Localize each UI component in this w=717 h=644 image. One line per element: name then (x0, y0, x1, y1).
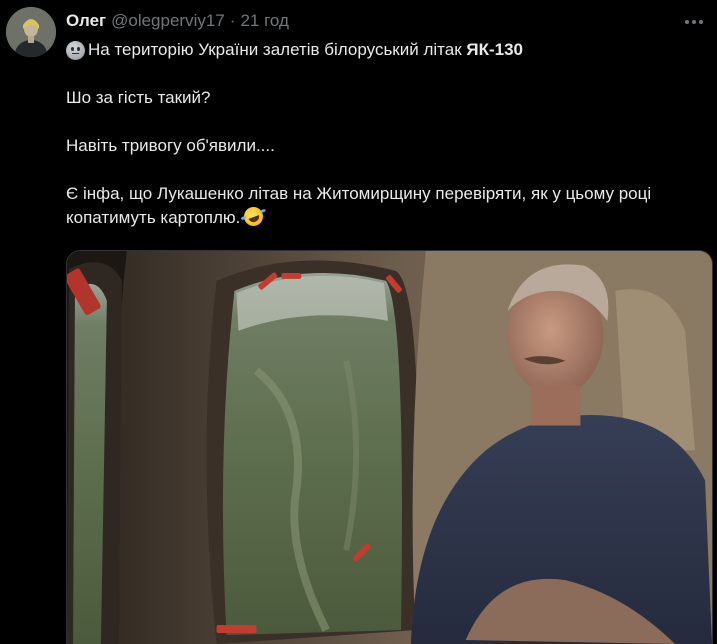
separator-dot: · (229, 11, 236, 30)
helicopter-window-photo (67, 251, 712, 644)
tweet-header: Олег @olegperviy17 · 21 год (66, 10, 289, 32)
more-horizontal-icon (685, 20, 703, 24)
tweet-line-4-text: Є інфа, що Лукашенко літав на Житомирщин… (66, 184, 652, 227)
tweet-timestamp[interactable]: 21 год (240, 11, 288, 31)
slightly-smiling-face-emoji (66, 40, 85, 60)
tweet-card[interactable]: Олег @olegperviy17 · 21 год На територію… (0, 0, 717, 644)
tweet-photo[interactable] (66, 250, 713, 644)
tweet-line-4: Є інфа, що Лукашенко літав на Житомирщин… (66, 182, 706, 230)
tweet-line-1: На територію України залетів білоруський… (66, 38, 706, 62)
aircraft-name: ЯК-130 (466, 40, 523, 59)
avatar-image (6, 7, 56, 57)
author-name[interactable]: Олег (66, 11, 106, 31)
author-handle[interactable]: @olegperviy17 (111, 11, 225, 31)
user-avatar[interactable] (6, 7, 56, 57)
tweet-line-3: Навіть тривогу об'явили.... (66, 136, 275, 155)
tweet-text: На територію України залетів білоруський… (66, 38, 706, 230)
tweet-line-1-text: На територію України залетів білоруський… (88, 40, 467, 59)
tweet-line-2: Шо за гість такий? (66, 88, 211, 107)
rolling-on-floor-laughing-emoji (241, 204, 267, 229)
more-options-button[interactable] (679, 12, 709, 32)
